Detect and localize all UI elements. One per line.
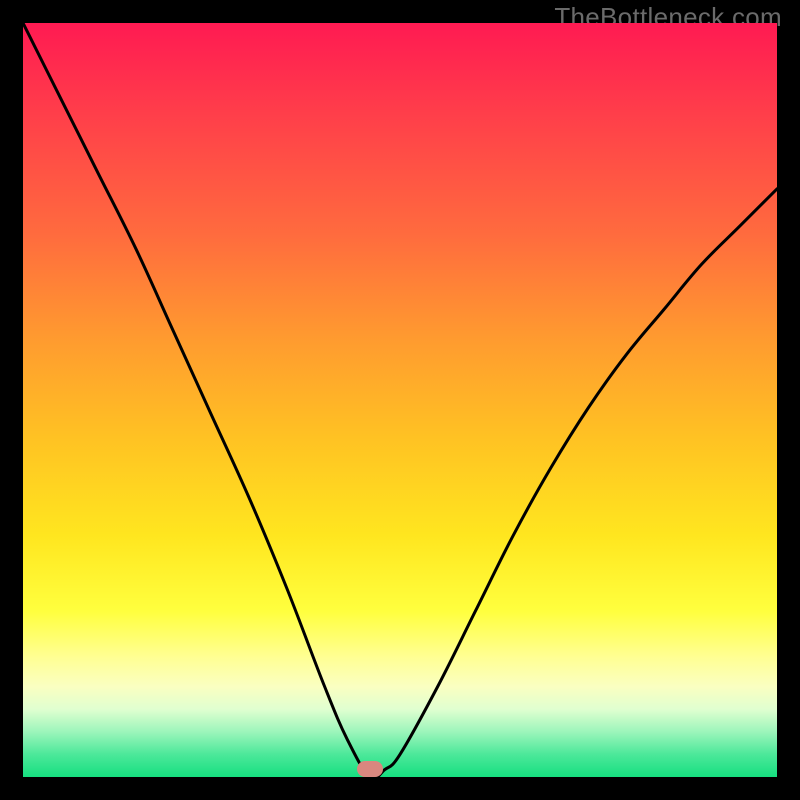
chart-frame: TheBottleneck.com [0, 0, 800, 800]
optimal-point-marker [357, 761, 383, 777]
curve-path [23, 23, 777, 777]
bottleneck-curve [23, 23, 777, 777]
plot-area [23, 23, 777, 777]
